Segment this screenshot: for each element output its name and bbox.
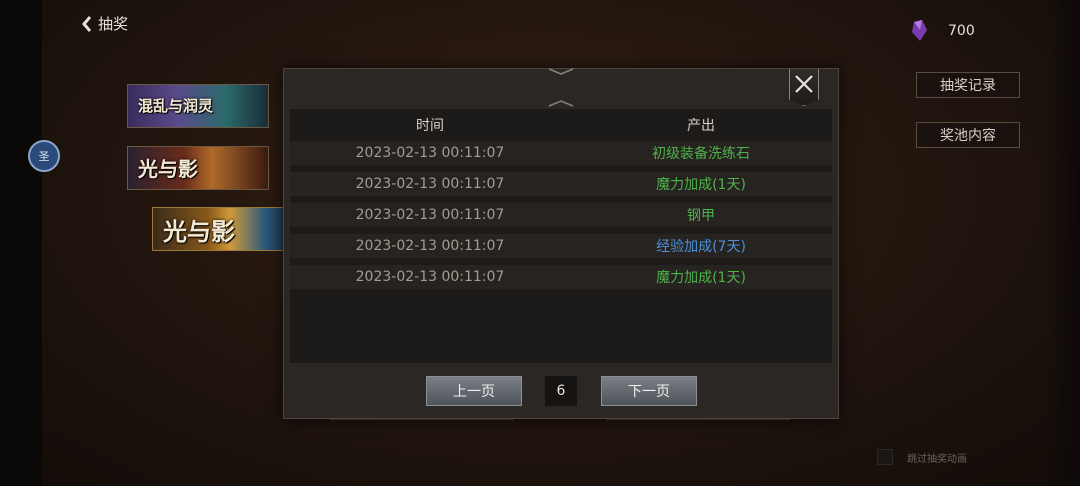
row-output: 初级装备洗练石 — [652, 146, 750, 162]
left-edge — [0, 0, 42, 486]
back-button[interactable]: 抽奖 — [82, 13, 128, 34]
row-output: 魔力加成(1天) — [656, 270, 746, 286]
row-output: 钢甲 — [687, 208, 715, 224]
banner-light-shadow[interactable]: 光与影 — [127, 146, 269, 190]
table-row: 2023-02-13 00:11:07 魔力加成(1天) — [290, 265, 832, 289]
row-output: 魔力加成(1天) — [656, 177, 746, 193]
banner-title: 混乱与润灵 — [138, 97, 214, 115]
side-badge-label: 圣 — [38, 150, 50, 163]
currency-display: 700 — [910, 20, 975, 42]
close-icon — [795, 75, 813, 93]
banner-light-shadow-selected[interactable]: 光与影 — [152, 207, 294, 251]
ornament-icon — [548, 68, 574, 75]
row-time: 2023-02-13 00:11:07 — [355, 238, 505, 254]
row-time: 2023-02-13 00:11:07 — [355, 207, 505, 223]
banner-title: 光与影 — [163, 217, 235, 246]
chevron-left-icon — [82, 15, 92, 32]
column-header-output: 产出 — [687, 118, 715, 134]
draw-records-button[interactable]: 抽奖记录 — [916, 72, 1020, 98]
close-button[interactable] — [789, 69, 819, 106]
next-page-button[interactable]: 下一页 — [601, 376, 697, 406]
row-time: 2023-02-13 00:11:07 — [355, 176, 505, 192]
table-row: 2023-02-13 00:11:07 魔力加成(1天) — [290, 172, 832, 196]
table-row: 2023-02-13 00:11:07 钢甲 — [290, 203, 832, 227]
draw-records-dialog: 时间 产出 2023-02-13 00:11:07 初级装备洗练石 2023-0… — [283, 68, 839, 419]
table-row: 2023-02-13 00:11:07 经验加成(7天) — [290, 234, 832, 258]
row-time: 2023-02-13 00:11:07 — [355, 145, 505, 161]
prize-pool-button[interactable]: 奖池内容 — [916, 122, 1020, 148]
table-row: 2023-02-13 00:11:07 初级装备洗练石 — [290, 141, 832, 165]
banner-chaos[interactable]: 混乱与润灵 — [127, 84, 269, 128]
right-edge — [1044, 0, 1080, 486]
pagination: 上一页 6 下一页 — [284, 376, 838, 406]
currency-amount: 700 — [948, 23, 975, 39]
banner-title: 光与影 — [138, 157, 198, 181]
row-output: 经验加成(7天) — [656, 239, 746, 255]
side-badge[interactable]: 圣 — [28, 140, 60, 172]
records-table: 时间 产出 2023-02-13 00:11:07 初级装备洗练石 2023-0… — [290, 109, 832, 363]
page-number: 6 — [545, 376, 577, 406]
crystal-icon — [912, 20, 927, 41]
skip-label: 跳过抽奖动画 — [907, 453, 967, 465]
column-header-time: 时间 — [416, 118, 444, 134]
skip-animation-toggle[interactable]: 跳过抽奖动画 — [877, 449, 967, 465]
ornament-icon — [548, 100, 574, 107]
table-header: 时间 产出 — [290, 109, 832, 141]
back-label: 抽奖 — [98, 15, 129, 33]
prev-page-button[interactable]: 上一页 — [426, 376, 522, 406]
row-time: 2023-02-13 00:11:07 — [355, 269, 505, 285]
skip-checkbox[interactable] — [877, 449, 893, 465]
